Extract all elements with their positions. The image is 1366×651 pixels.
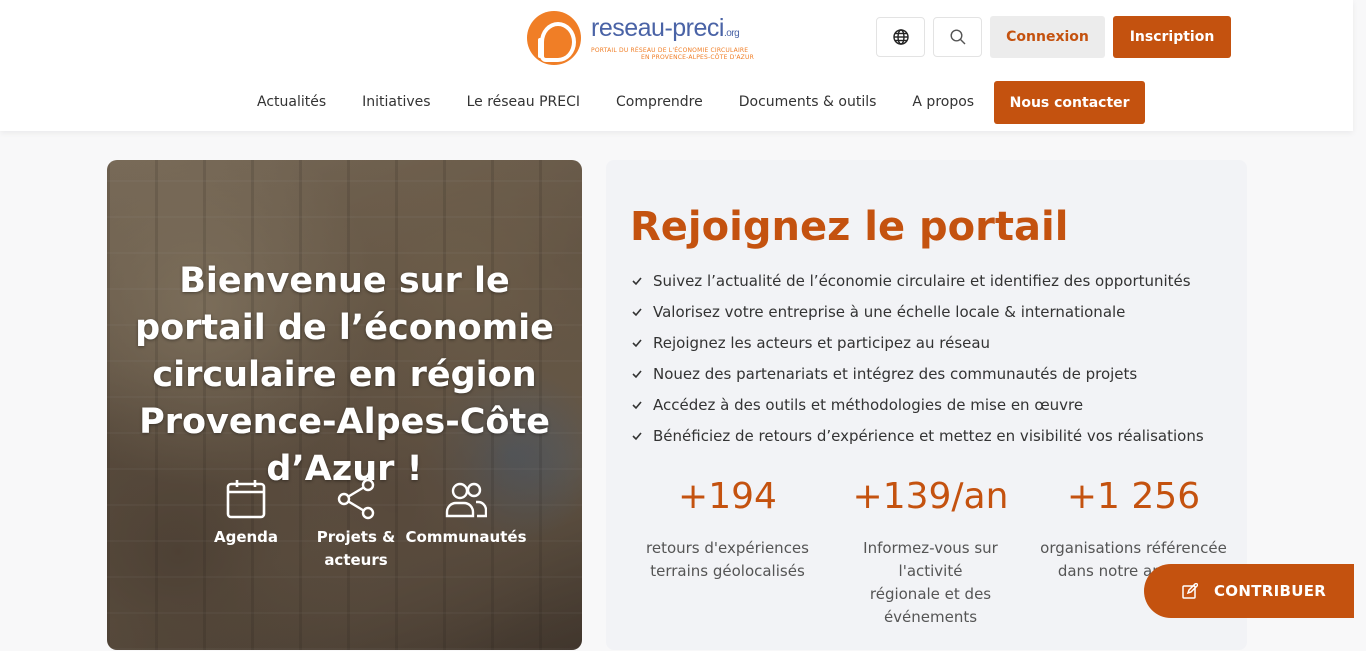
hero-title: Bienvenue sur le portail de l’économie c… bbox=[135, 261, 554, 489]
hero-quick-links: Agenda Projets & acteurs Communautés bbox=[191, 478, 527, 572]
edit-icon bbox=[1182, 583, 1198, 599]
list-item: Valorisez votre entreprise à une échelle… bbox=[632, 296, 1204, 327]
nav-a-propos[interactable]: A propos bbox=[894, 81, 992, 124]
stat-value: +1 256 bbox=[1066, 476, 1201, 517]
contribute-button[interactable]: CONTRIBUER bbox=[1144, 564, 1354, 618]
stat-experiences: +194 retours d'expériences terrains géolo… bbox=[626, 473, 829, 629]
search-button[interactable] bbox=[933, 17, 982, 57]
site-logo[interactable]: reseau-preci.org PORTAIL DU RÉSEAU DE L'… bbox=[527, 10, 767, 66]
list-item: Suivez l’actualité de l’économie circula… bbox=[632, 265, 1204, 296]
users-icon bbox=[445, 482, 487, 518]
stat-activite: +139/an Informez-vous sur l'activité régi… bbox=[829, 473, 1032, 629]
hero-link-communautes[interactable]: Communautés bbox=[406, 478, 527, 572]
login-button[interactable]: Connexion bbox=[990, 16, 1105, 58]
nav-actualites[interactable]: Actualités bbox=[239, 81, 344, 124]
language-button[interactable] bbox=[876, 17, 925, 57]
stats-row: +194 retours d'expériences terrains géolo… bbox=[626, 473, 1236, 629]
logo-tagline-2: EN PROVENCE-ALPES-CÔTE D'AZUR bbox=[641, 54, 754, 61]
nav-documents-outils[interactable]: Documents & outils bbox=[721, 81, 895, 124]
nav-initiatives[interactable]: Initiatives bbox=[344, 81, 448, 124]
contact-button[interactable]: Nous contacter bbox=[994, 81, 1146, 124]
share-icon bbox=[337, 478, 375, 520]
benefits-list: Suivez l’actualité de l’économie circula… bbox=[632, 265, 1204, 451]
hero-banner: Bienvenue sur le portail de l’économie c… bbox=[107, 160, 582, 650]
check-icon bbox=[632, 307, 642, 316]
logo-icon bbox=[527, 11, 581, 65]
stat-value: +139/an bbox=[852, 476, 1009, 517]
main-nav: Actualités Initiatives Le réseau PRECI C… bbox=[239, 81, 1146, 124]
stat-value: +194 bbox=[678, 476, 777, 517]
list-item: Rejoignez les acteurs et participez au r… bbox=[632, 327, 1204, 358]
signup-button[interactable]: Inscription bbox=[1113, 16, 1231, 58]
check-icon bbox=[632, 338, 642, 347]
list-item: Nouez des partenariats et intégrez des c… bbox=[632, 358, 1204, 389]
nav-comprendre[interactable]: Comprendre bbox=[598, 81, 721, 124]
check-icon bbox=[632, 431, 642, 440]
stat-label: retours d'expériences terrains géolocalis… bbox=[646, 539, 809, 580]
globe-icon bbox=[892, 29, 909, 45]
check-icon bbox=[632, 400, 642, 409]
site-header: reseau-preci.org PORTAIL DU RÉSEAU DE L'… bbox=[0, 0, 1353, 131]
hero-link-agenda[interactable]: Agenda bbox=[191, 478, 301, 572]
stat-label: Informez-vous sur l'activité régionale et… bbox=[863, 539, 998, 626]
check-icon bbox=[632, 276, 642, 285]
list-item: Accédez à des outils et méthodologies de… bbox=[632, 389, 1204, 420]
logo-wordmark: reseau-preci.org bbox=[591, 14, 740, 42]
hero-link-projets-acteurs[interactable]: Projets & acteurs bbox=[301, 478, 411, 572]
check-icon bbox=[632, 369, 642, 378]
search-icon bbox=[949, 29, 965, 45]
join-title: Rejoignez le portail bbox=[630, 204, 1069, 250]
calendar-icon bbox=[226, 480, 266, 519]
list-item: Bénéficiez de retours d’expérience et me… bbox=[632, 420, 1204, 451]
nav-reseau-preci[interactable]: Le réseau PRECI bbox=[449, 81, 598, 124]
logo-tagline-1: PORTAIL DU RÉSEAU DE L'ÉCONOMIE CIRCULAI… bbox=[591, 47, 749, 54]
